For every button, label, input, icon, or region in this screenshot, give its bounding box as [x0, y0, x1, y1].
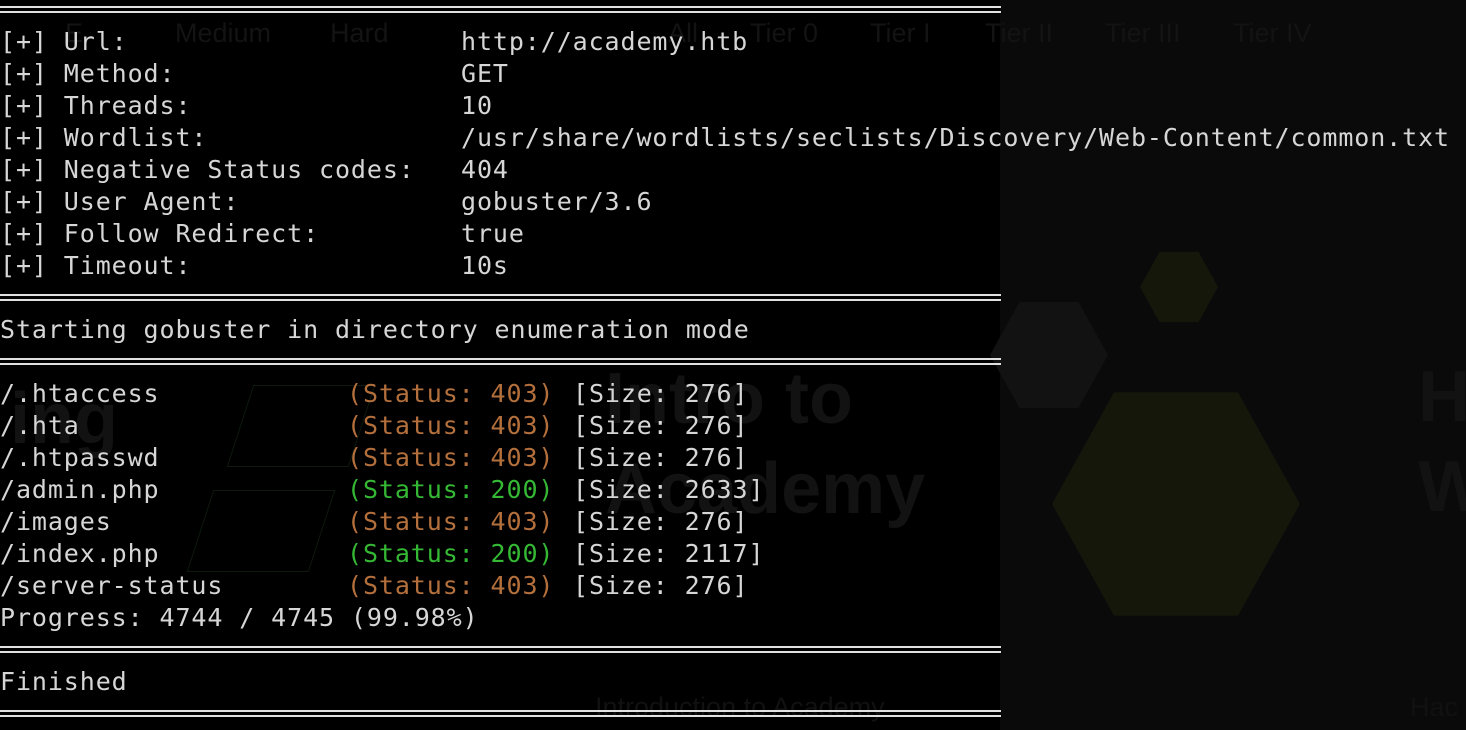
progress-line: Progress: 4744 / 4745 (99.98%) [0, 603, 479, 632]
config-label: [+] User Agent: [0, 187, 240, 216]
config-label: [+] Follow Redirect: [0, 219, 320, 248]
config-label: [+] Url: [0, 27, 128, 56]
result-size: [Size: 2633] [573, 475, 765, 504]
terminal-output: [+] Url: http://academy.htb [+] Method: … [0, 0, 1466, 730]
result-row: /images (Status: 403) [Size: 276] [0, 506, 748, 538]
config-line: [+] Threads: 10 [0, 90, 492, 122]
start-message: Starting gobuster in directory enumerati… [0, 315, 750, 344]
result-path: /.htaccess [0, 379, 160, 408]
result-size: [Size: 2117] [573, 539, 765, 568]
config-label: [+] Timeout: [0, 251, 192, 280]
result-status: (Status: 403) [347, 411, 555, 440]
result-status: (Status: 200) [347, 539, 555, 568]
config-line: [+] Wordlist: /usr/share/wordlists/secli… [0, 122, 1449, 154]
result-path: /server-status [0, 571, 224, 600]
config-line: [+] Url: http://academy.htb [0, 26, 747, 58]
result-row: /server-status (Status: 403) [Size: 276] [0, 570, 748, 602]
config-line: [+] Follow Redirect: true [0, 218, 524, 250]
config-line: [+] Method: GET [0, 58, 508, 90]
result-status: (Status: 403) [347, 443, 555, 472]
config-line: [+] User Agent: gobuster/3.6 [0, 186, 652, 218]
config-label: [+] Wordlist: [0, 123, 208, 152]
result-status: (Status: 403) [347, 507, 555, 536]
separator-line [0, 4, 1001, 13]
result-path: /images [0, 507, 112, 536]
config-value: 10 [461, 91, 493, 120]
separator-line [0, 356, 1001, 365]
config-label: [+] Method: [0, 59, 176, 88]
config-value: 10s [461, 251, 509, 280]
result-path: /.hta [0, 411, 80, 440]
config-value: gobuster/3.6 [461, 187, 653, 216]
config-value: GET [461, 59, 509, 88]
config-line: [+] Negative Status codes: 404 [0, 154, 508, 186]
result-status: (Status: 403) [347, 379, 555, 408]
result-row: /.htaccess (Status: 403) [Size: 276] [0, 378, 748, 410]
result-path: /index.php [0, 539, 160, 568]
separator-line [0, 708, 1001, 717]
result-row: /.hta (Status: 403) [Size: 276] [0, 410, 748, 442]
result-size: [Size: 276] [573, 443, 749, 472]
result-row: /.htpasswd (Status: 403) [Size: 276] [0, 442, 748, 474]
result-status: (Status: 200) [347, 475, 555, 504]
config-value: true [461, 219, 525, 248]
separator-line [0, 644, 1001, 653]
config-label: [+] Negative Status codes: [0, 155, 415, 184]
result-size: [Size: 276] [573, 507, 749, 536]
result-size: [Size: 276] [573, 411, 749, 440]
result-status: (Status: 403) [347, 571, 555, 600]
result-path: /.htpasswd [0, 443, 160, 472]
config-value: http://academy.htb [461, 27, 749, 56]
result-row: /admin.php (Status: 200) [Size: 2633] [0, 474, 764, 506]
result-size: [Size: 276] [573, 571, 749, 600]
config-value: /usr/share/wordlists/seclists/Discovery/… [461, 123, 1450, 152]
result-row: /index.php (Status: 200) [Size: 2117] [0, 538, 764, 570]
result-path: /admin.php [0, 475, 160, 504]
config-line: [+] Timeout: 10s [0, 250, 508, 282]
config-label: [+] Threads: [0, 91, 192, 120]
result-size: [Size: 276] [573, 379, 749, 408]
config-value: 404 [461, 155, 509, 184]
finished-message: Finished [0, 667, 128, 696]
separator-line [0, 292, 1001, 301]
